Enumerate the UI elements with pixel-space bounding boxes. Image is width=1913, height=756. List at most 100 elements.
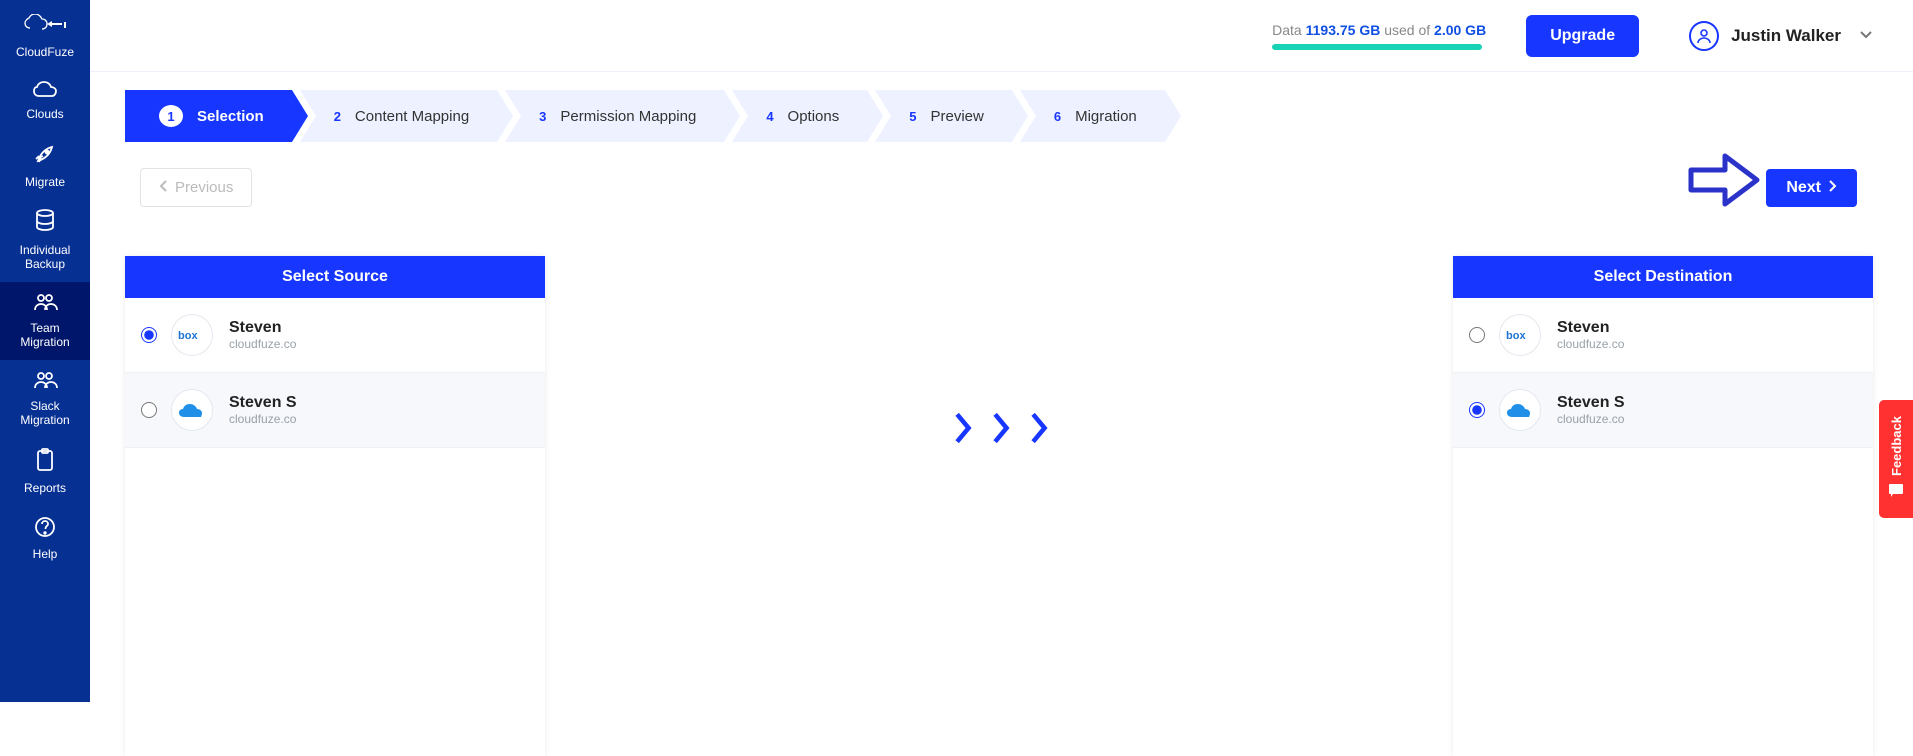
source-panel: Select Source box Steven cloudfuze.co St… xyxy=(125,256,545,756)
sidebar-item-slack-migration[interactable]: Slack Migration xyxy=(0,360,90,438)
previous-button[interactable]: Previous xyxy=(140,168,252,207)
sidebar-item-logo[interactable]: CloudFuze xyxy=(0,8,90,70)
step-label: Permission Mapping xyxy=(560,108,696,125)
usage-text: Data 1193.75 GB used of 2.00 GB xyxy=(1272,22,1486,38)
source-radio[interactable] xyxy=(141,402,157,418)
nav-row: Previous Next xyxy=(90,142,1913,217)
account-domain: cloudfuze.co xyxy=(229,412,297,426)
destination-radio[interactable] xyxy=(1469,402,1485,418)
account-name: Steven S xyxy=(229,394,297,412)
chat-icon xyxy=(1888,483,1904,502)
step-number: 4 xyxy=(766,105,773,127)
database-icon xyxy=(34,209,56,236)
account-name: Steven xyxy=(229,319,296,337)
chevron-down-icon xyxy=(1859,27,1873,45)
step-number: 6 xyxy=(1054,105,1061,127)
help-icon xyxy=(34,516,56,541)
usage-bar xyxy=(1272,44,1482,50)
step-preview[interactable]: 5 Preview xyxy=(875,90,1012,142)
cloudfuze-logo-icon xyxy=(24,14,66,39)
onedrive-icon xyxy=(171,389,213,431)
usage-used: 1193.75 GB xyxy=(1306,22,1381,38)
destination-panel: Select Destination box Steven cloudfuze.… xyxy=(1453,256,1873,756)
source-row[interactable]: box Steven cloudfuze.co xyxy=(125,298,545,373)
destination-radio[interactable] xyxy=(1469,327,1485,343)
onedrive-icon xyxy=(1499,389,1541,431)
step-number: 3 xyxy=(539,105,546,127)
upgrade-button[interactable]: Upgrade xyxy=(1526,15,1639,57)
usage-mid: used of xyxy=(1380,22,1434,38)
step-migration[interactable]: 6 Migration xyxy=(1020,90,1165,142)
user-menu[interactable]: Justin Walker xyxy=(1689,21,1873,51)
prev-label: Previous xyxy=(175,179,233,196)
next-label: Next xyxy=(1786,179,1821,197)
usage-label: Data xyxy=(1272,22,1305,38)
destination-row[interactable]: box Steven cloudfuze.co xyxy=(1453,298,1873,373)
sidebar-item-label: Slack Migration xyxy=(4,399,86,428)
avatar-icon xyxy=(1689,21,1719,51)
feedback-label: Feedback xyxy=(1889,416,1904,476)
step-label: Content Mapping xyxy=(355,108,469,125)
step-number: 1 xyxy=(159,105,183,127)
stepper: 1 Selection 2 Content Mapping 3 Permissi… xyxy=(90,72,1913,142)
cloud-icon xyxy=(32,80,58,101)
sidebar-item-label: Clouds xyxy=(26,107,63,121)
step-options[interactable]: 4 Options xyxy=(732,90,867,142)
sidebar-item-help[interactable]: Help xyxy=(0,506,90,572)
source-panel-title: Select Source xyxy=(125,256,545,298)
destination-row-info: Steven S cloudfuze.co xyxy=(1557,394,1625,426)
sidebar-item-individual-backup[interactable]: Individual Backup xyxy=(0,199,90,281)
step-selection[interactable]: 1 Selection xyxy=(125,90,292,142)
next-button[interactable]: Next xyxy=(1766,169,1857,207)
step-content-mapping[interactable]: 2 Content Mapping xyxy=(300,90,497,142)
sidebar-item-team-migration[interactable]: Team Migration xyxy=(0,282,90,360)
box-icon: box xyxy=(1499,314,1541,356)
team-icon xyxy=(31,292,59,315)
rocket-icon xyxy=(33,142,57,169)
usage-block: Data 1193.75 GB used of 2.00 GB xyxy=(1272,22,1486,50)
source-row-info: Steven cloudfuze.co xyxy=(229,319,296,351)
annotation-arrow-icon xyxy=(1685,150,1763,215)
username: Justin Walker xyxy=(1731,26,1841,46)
svg-text:box: box xyxy=(1506,330,1526,342)
topbar: Data 1193.75 GB used of 2.00 GB Upgrade … xyxy=(90,0,1913,72)
account-domain: cloudfuze.co xyxy=(1557,412,1625,426)
svg-text:box: box xyxy=(178,330,198,342)
clipboard-icon xyxy=(35,448,55,475)
sidebar-item-label: Reports xyxy=(24,481,66,495)
account-domain: cloudfuze.co xyxy=(229,337,296,351)
transfer-direction-icon xyxy=(950,412,1054,444)
step-label: Selection xyxy=(197,108,264,125)
sidebar-item-clouds[interactable]: Clouds xyxy=(0,70,90,132)
sidebar-item-label: Individual Backup xyxy=(4,243,86,272)
step-label: Migration xyxy=(1075,108,1137,125)
usage-total: 2.00 GB xyxy=(1434,22,1486,38)
source-row[interactable]: Steven S cloudfuze.co xyxy=(125,373,545,448)
sidebar: CloudFuze Clouds Migrate Individual Back… xyxy=(0,0,90,702)
sidebar-item-migrate[interactable]: Migrate xyxy=(0,132,90,200)
sidebar-item-label: CloudFuze xyxy=(16,45,74,59)
box-icon: box xyxy=(171,314,213,356)
account-domain: cloudfuze.co xyxy=(1557,337,1624,351)
step-permission-mapping[interactable]: 3 Permission Mapping xyxy=(505,90,724,142)
chevron-left-icon xyxy=(159,179,169,196)
team-icon xyxy=(31,370,59,393)
sidebar-item-reports[interactable]: Reports xyxy=(0,438,90,506)
step-label: Options xyxy=(788,108,840,125)
step-label: Preview xyxy=(930,108,983,125)
destination-panel-title: Select Destination xyxy=(1453,256,1873,298)
feedback-tab[interactable]: Feedback xyxy=(1879,400,1913,518)
source-radio[interactable] xyxy=(141,327,157,343)
source-row-info: Steven S cloudfuze.co xyxy=(229,394,297,426)
destination-row[interactable]: Steven S cloudfuze.co xyxy=(1453,373,1873,448)
sidebar-item-label: Migrate xyxy=(25,175,65,189)
account-name: Steven S xyxy=(1557,394,1625,412)
destination-row-info: Steven cloudfuze.co xyxy=(1557,319,1624,351)
sidebar-item-label: Help xyxy=(33,547,58,561)
step-number: 5 xyxy=(909,105,916,127)
sidebar-item-label: Team Migration xyxy=(4,321,86,350)
step-number: 2 xyxy=(334,105,341,127)
account-name: Steven xyxy=(1557,319,1624,337)
chevron-right-icon xyxy=(1827,179,1837,197)
main: 1 Selection 2 Content Mapping 3 Permissi… xyxy=(90,72,1913,702)
